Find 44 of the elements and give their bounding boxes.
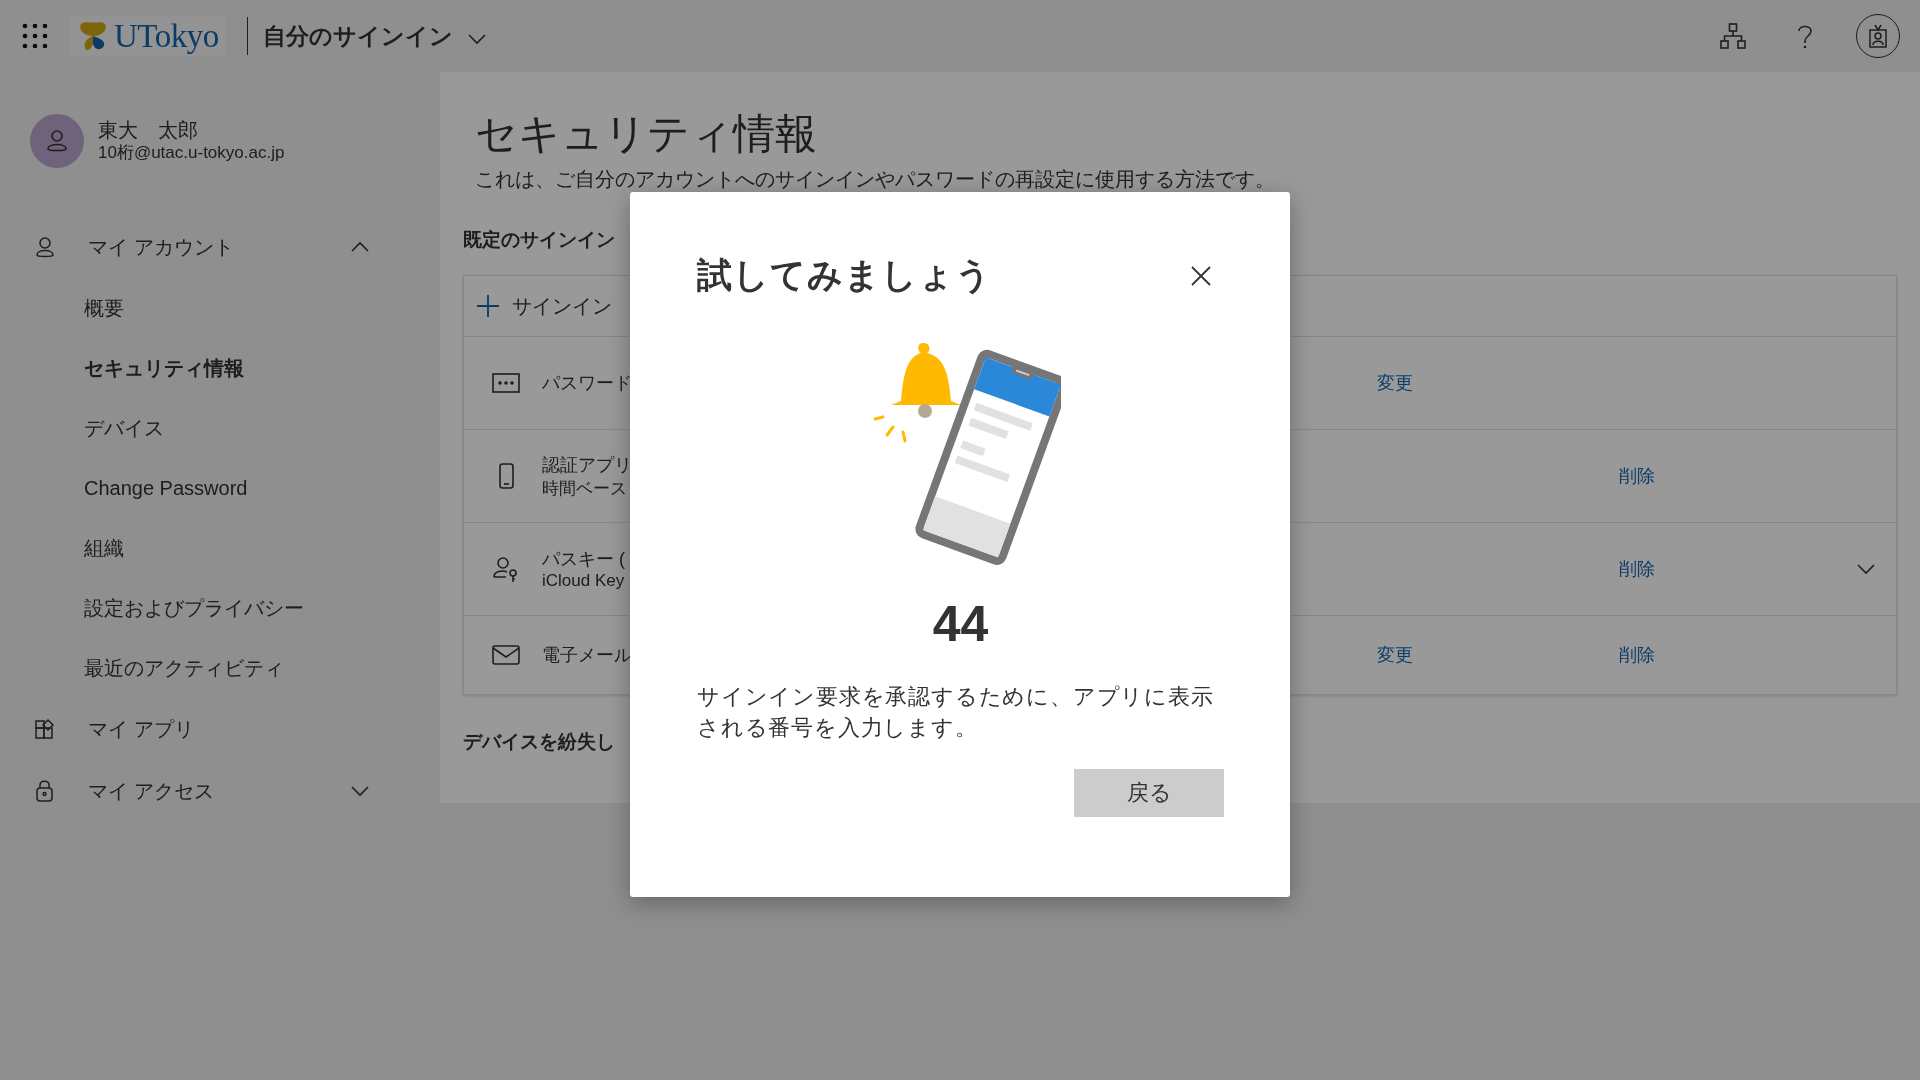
nav-item[interactable]: マイ アカウント xyxy=(88,233,350,261)
dialog-title: 試してみましょう xyxy=(697,254,992,297)
app-title[interactable]: 自分のサインイン xyxy=(262,20,453,52)
back-button[interactable]: 戻る xyxy=(1074,769,1224,817)
method-detail: 時間ベース xyxy=(542,477,627,500)
page-title: セキュリティ情報 xyxy=(475,109,817,159)
nav-subitem[interactable]: Change Password xyxy=(30,458,248,518)
method-detail: iCloud Key xyxy=(542,571,625,591)
method-name: 認証アプリ xyxy=(542,453,632,477)
university-logo[interactable]: UTokyo xyxy=(70,16,225,56)
nav-item[interactable]: マイ アクセス xyxy=(88,777,350,805)
method-name: パスワード xyxy=(542,372,632,395)
person-icon xyxy=(34,236,56,258)
page-description: これは、ご自分のアカウントへのサインインやパスワードの再設定に使用する方法です。 xyxy=(475,167,1275,192)
user-name: 東大 太郎 xyxy=(98,118,199,142)
org-chart-icon[interactable] xyxy=(1720,23,1746,49)
change-link[interactable]: 変更 xyxy=(1377,645,1413,665)
close-icon[interactable] xyxy=(1190,264,1212,287)
delete-link[interactable]: 削除 xyxy=(1619,645,1655,665)
dialog-message: サインイン要求を承認するために、アプリに表示される番号を入力します。 xyxy=(697,683,1215,742)
apps-icon xyxy=(34,718,56,740)
nav-subitem[interactable]: 設定およびプライバシー xyxy=(30,578,304,638)
lock-icon xyxy=(34,780,56,802)
section-heading: デバイスを紛失し xyxy=(463,730,615,754)
nav-item[interactable]: マイ アプリ xyxy=(88,715,370,743)
verification-number: 44 xyxy=(932,595,989,653)
change-link[interactable]: 変更 xyxy=(1377,373,1413,393)
nav-subitem[interactable]: セキュリティ情報 xyxy=(30,338,244,398)
passkey-icon xyxy=(492,556,520,582)
nav-subitem[interactable]: デバイス xyxy=(30,398,164,458)
app-launcher-icon[interactable] xyxy=(22,23,48,49)
plus-icon[interactable] xyxy=(476,294,500,318)
envelope-icon xyxy=(492,642,520,668)
nav-subitem[interactable]: 概要 xyxy=(30,278,124,338)
delete-link[interactable]: 削除 xyxy=(1619,466,1655,486)
add-method-link[interactable]: サインイン xyxy=(512,292,612,320)
nav-subitem[interactable]: 最近のアクティビティ xyxy=(30,638,284,698)
password-icon xyxy=(492,370,520,396)
user-email: 10桁@utac.u-tokyo.ac.jp xyxy=(98,142,285,164)
section-heading: 既定のサインイン xyxy=(463,228,615,252)
delete-link[interactable]: 削除 xyxy=(1619,559,1655,579)
nav-subitem[interactable]: 組織 xyxy=(30,518,124,578)
user-avatar xyxy=(30,114,84,168)
method-name: パスキー ( xyxy=(542,548,625,571)
